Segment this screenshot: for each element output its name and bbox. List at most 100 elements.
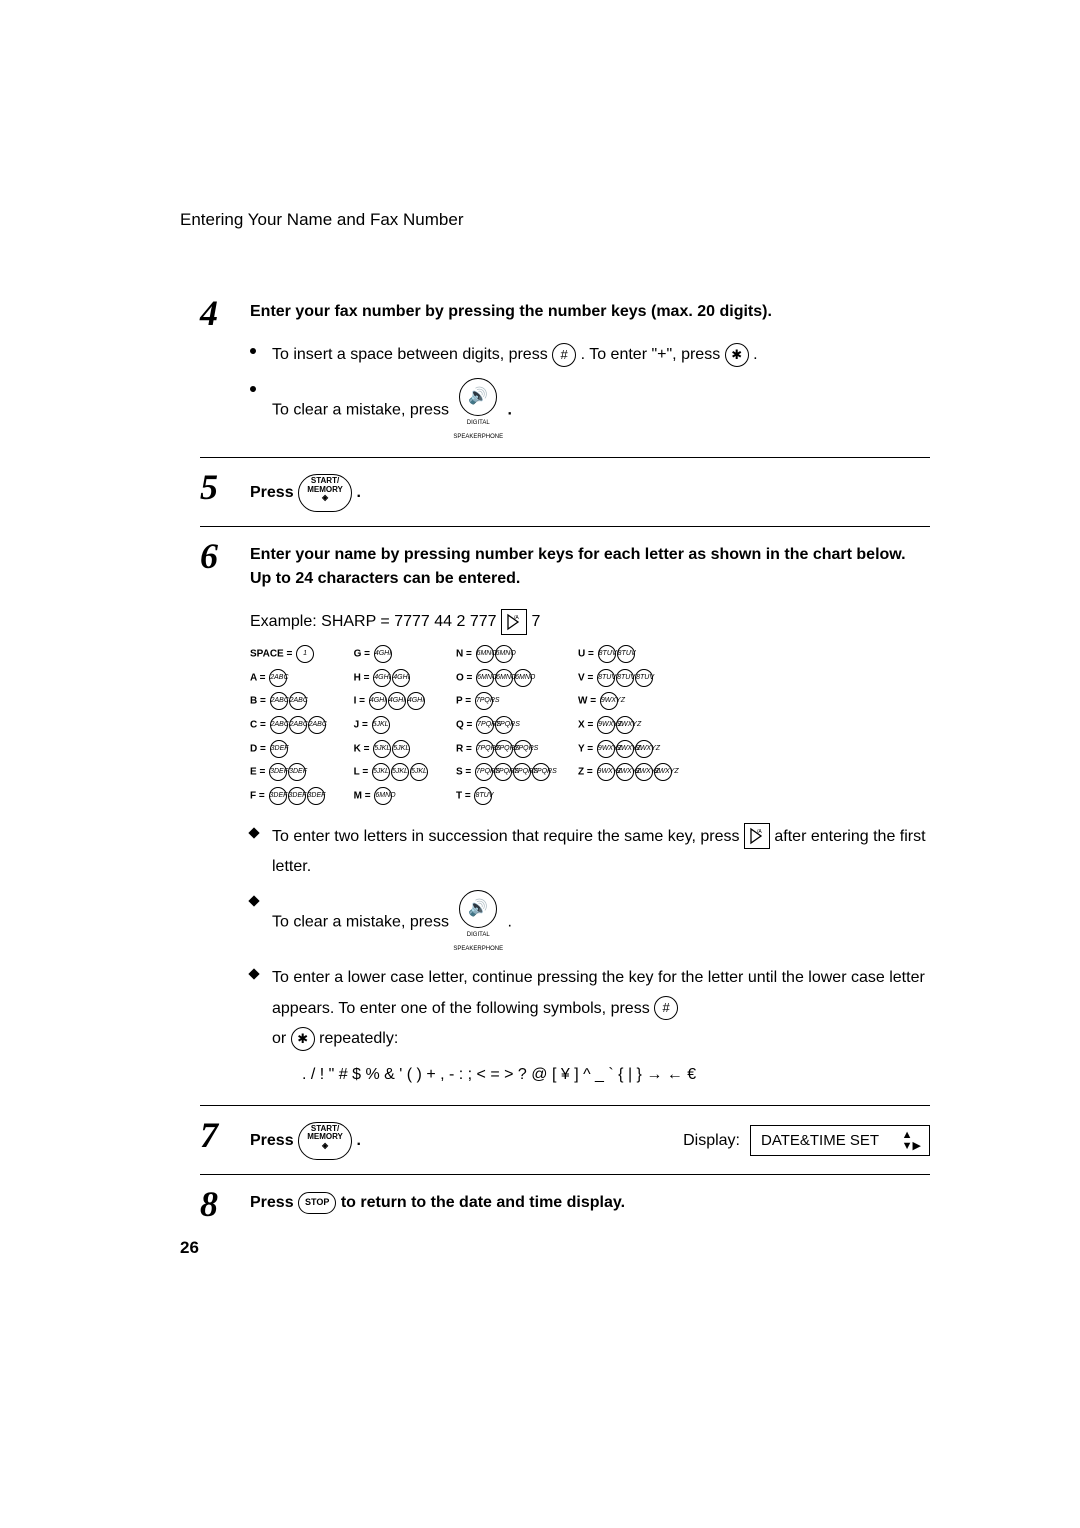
number-key-icon: 7PQRS bbox=[495, 716, 513, 734]
step-6-diamond-3: To enter a lower case letter, continue p… bbox=[250, 963, 930, 1091]
star-key: ✱ bbox=[291, 1027, 315, 1051]
step-8: 8 Press STOP to return to the date and t… bbox=[200, 1191, 930, 1215]
number-key-icon: 9WXYZ bbox=[597, 763, 615, 781]
number-key-icon: 3DEF bbox=[288, 787, 306, 805]
separator bbox=[200, 1174, 930, 1175]
number-key-icon: 5JKL bbox=[373, 740, 391, 758]
text: or bbox=[272, 1030, 291, 1047]
step-4-title: Enter your fax number by pressing the nu… bbox=[250, 300, 930, 324]
char-map-column: G = 4GHIH = 4GHI4GHII = 4GHI4GHI4GHIJ = … bbox=[354, 645, 428, 805]
number-key-icon: 7PQRS bbox=[476, 716, 494, 734]
char-map-label: F = bbox=[250, 791, 268, 802]
char-map-label: K = bbox=[354, 743, 373, 754]
step-6: 6 Enter your name by pressing number key… bbox=[200, 543, 930, 1091]
display-label: Display: bbox=[683, 1132, 740, 1150]
right-arrow-key: /A bbox=[501, 609, 527, 635]
scroll-arrows-icon: ▲▼▶ bbox=[902, 1130, 921, 1152]
text: To insert a space between digits, press bbox=[272, 346, 552, 363]
number-key-icon: 9WXYZ bbox=[597, 740, 615, 758]
number-key-icon: 6MNO bbox=[374, 787, 392, 805]
symbols-list: . / ! " # $ % & ' ( ) + , - : ; < = > ? … bbox=[272, 1060, 930, 1090]
number-key-icon: 5JKL bbox=[392, 740, 410, 758]
step-4-bullet-1: To insert a space between digits, press … bbox=[250, 340, 930, 370]
step-6-title: Enter your name by pressing number keys … bbox=[250, 543, 930, 591]
start-memory-key: START/ MEMORY ◈ bbox=[298, 474, 352, 512]
speaker-icon: 🔊 bbox=[468, 382, 488, 412]
number-key-icon: 7PQRS bbox=[475, 763, 493, 781]
step-4: 4 Enter your fax number by pressing the … bbox=[200, 300, 930, 443]
number-key-icon: 9WXYZ bbox=[635, 763, 653, 781]
number-key-icon: 3DEF bbox=[269, 763, 287, 781]
bullet-icon bbox=[250, 386, 256, 392]
number-key-icon: 8TUV bbox=[635, 669, 653, 687]
char-map-label: M = bbox=[354, 791, 374, 802]
step-5: 5 Press START/ MEMORY ◈ . bbox=[200, 474, 930, 512]
number-key-icon: 5JKL bbox=[410, 763, 428, 781]
content-area: 4 Enter your fax number by pressing the … bbox=[200, 300, 930, 1227]
page-number: 26 bbox=[180, 1238, 199, 1258]
char-map-label: Z = bbox=[578, 767, 596, 778]
number-key-icon: 7PQRS bbox=[476, 740, 494, 758]
hash-key: # bbox=[654, 996, 678, 1020]
char-map-label: A = bbox=[250, 672, 268, 683]
char-map-column: U = 8TUV8TUVV = 8TUV8TUV8TUVW = 9WXYZX =… bbox=[578, 645, 672, 805]
text: to return to the date and time display. bbox=[341, 1194, 625, 1211]
char-map-label: D = bbox=[250, 743, 269, 754]
char-map-column: N = 6MNO6MNOO = 6MNO6MNO6MNOP = 7PQRSQ =… bbox=[456, 645, 550, 805]
char-map-label: B = bbox=[250, 696, 269, 707]
char-map-row: Y = 9WXYZ9WXYZ9WXYZ bbox=[578, 740, 672, 759]
char-map-label: O = bbox=[456, 672, 475, 683]
char-map-row: P = 7PQRS bbox=[456, 692, 550, 711]
char-map-row: N = 6MNO6MNO bbox=[456, 645, 550, 664]
char-map-label: Q = bbox=[456, 720, 475, 731]
speaker-sub-1: DIGITAL bbox=[453, 418, 503, 429]
separator bbox=[200, 1105, 930, 1106]
star-key: ✱ bbox=[725, 343, 749, 367]
text: . bbox=[357, 1132, 361, 1149]
char-map-row: S = 7PQRS7PQRS7PQRS7PQRS bbox=[456, 763, 550, 782]
number-key-icon: 4GHI bbox=[373, 669, 391, 687]
step-number: 4 bbox=[200, 292, 218, 334]
number-key-icon: 9WXYZ bbox=[597, 716, 615, 734]
char-map-row: U = 8TUV8TUV bbox=[578, 645, 672, 664]
number-key-icon: 2ABC bbox=[270, 716, 288, 734]
char-map-row: X = 9WXYZ9WXYZ bbox=[578, 716, 672, 735]
manual-page: Entering Your Name and Fax Number 4 Ente… bbox=[0, 0, 1080, 1528]
number-key-icon: 2ABC bbox=[269, 669, 287, 687]
char-map-row: A = 2ABC bbox=[250, 669, 326, 688]
text: . bbox=[357, 484, 361, 501]
char-map-label: J = bbox=[354, 720, 371, 731]
number-key-icon: 9WXYZ bbox=[616, 740, 634, 758]
number-key-icon: 8TUV bbox=[598, 645, 616, 663]
text: To enter a lower case letter, continue p… bbox=[272, 969, 925, 1016]
stop-key: STOP bbox=[298, 1192, 336, 1214]
char-map-label: E = bbox=[250, 767, 268, 778]
example-line: Example: SHARP = 7777 44 2 777 /A 7 bbox=[250, 609, 930, 635]
char-map-row: G = 4GHI bbox=[354, 645, 428, 664]
number-key-icon: 7PQRS bbox=[513, 763, 531, 781]
char-map-column: SPACE = 1A = 2ABCB = 2ABC2ABCC = 2ABC2AB… bbox=[250, 645, 326, 805]
character-map: SPACE = 1A = 2ABCB = 2ABC2ABCC = 2ABC2AB… bbox=[250, 645, 930, 805]
display-text: DATE&TIME SET bbox=[761, 1132, 879, 1149]
number-key-icon: 9WXYZ bbox=[616, 763, 634, 781]
step-6-diamond-2: To clear a mistake, press 🔊 DIGITAL SPEA… bbox=[250, 890, 930, 955]
number-key-icon: 4GHI bbox=[407, 692, 425, 710]
speaker-sub-2: SPEAKERPHONE bbox=[453, 432, 503, 443]
char-map-row: T = 8TUV bbox=[456, 787, 550, 806]
speakerphone-key: 🔊 DIGITAL SPEAKERPHONE bbox=[453, 378, 503, 443]
step-number: 6 bbox=[200, 535, 218, 577]
char-map-row: C = 2ABC2ABC2ABC bbox=[250, 716, 326, 735]
char-map-row: B = 2ABC2ABC bbox=[250, 692, 326, 711]
char-map-label: H = bbox=[354, 672, 373, 683]
text: To enter two letters in succession that … bbox=[272, 828, 744, 845]
char-map-label: G = bbox=[354, 649, 373, 660]
number-key-icon: 6MNO bbox=[495, 645, 513, 663]
char-map-label: X = bbox=[578, 720, 596, 731]
char-map-label: SPACE = bbox=[250, 649, 295, 660]
number-key-icon: 6MNO bbox=[514, 669, 532, 687]
char-map-row: K = 5JKL5JKL bbox=[354, 740, 428, 759]
speaker-icon: 🔊 bbox=[468, 894, 488, 924]
step-number: 5 bbox=[200, 466, 218, 508]
char-map-label: P = bbox=[456, 696, 474, 707]
char-map-row: J = 5JKL bbox=[354, 716, 428, 735]
